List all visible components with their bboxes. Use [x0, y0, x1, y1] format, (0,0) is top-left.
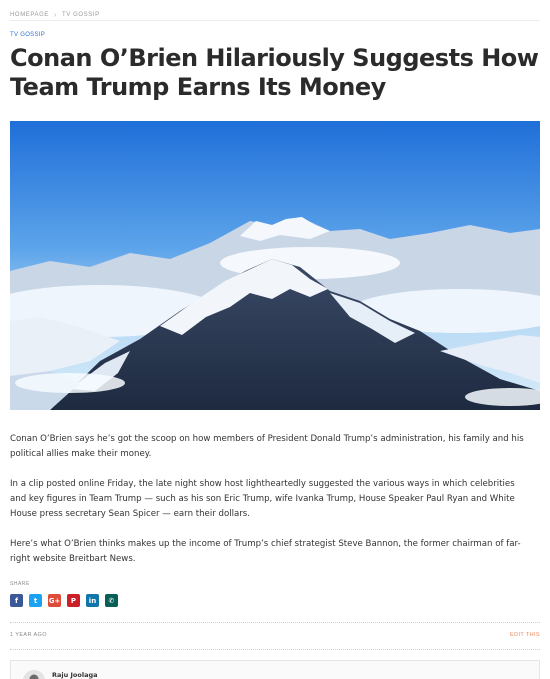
category-link[interactable]: TV GOSSIP	[10, 32, 45, 38]
avatar[interactable]	[23, 670, 45, 679]
linkedin-icon: in	[88, 596, 97, 605]
article-title: Conan O’Brien Hilariously Suggests How T…	[10, 44, 540, 102]
twitter-icon: t	[33, 596, 38, 605]
mountain-photo	[10, 121, 540, 410]
hero-image	[10, 121, 540, 410]
share-label: SHARE	[10, 581, 30, 587]
paragraph-line: and key figures in Team Trump — such as …	[10, 494, 515, 504]
whatsapp-share-button[interactable]: ✆	[105, 594, 118, 607]
paragraph-line: Here’s what O’Brien thinks makes up the …	[10, 539, 521, 549]
facebook-icon: f	[14, 596, 19, 605]
edit-this-link[interactable]: EDIT THIS	[510, 632, 540, 638]
twitter-share-button[interactable]: t	[29, 594, 42, 607]
article-paragraph: In a clip posted online Friday, the late…	[10, 477, 542, 522]
author-name-link[interactable]: Raju Joolaga	[52, 671, 98, 679]
google-plus-share-button[interactable]: G+	[48, 594, 61, 607]
paragraph-line: Conan O’Brien says he’s got the scoop on…	[10, 434, 524, 444]
header-divider	[10, 20, 540, 21]
breadcrumb-home-link[interactable]: HOMEPAGE	[10, 12, 49, 18]
article-paragraph: Conan O’Brien says he’s got the scoop on…	[10, 432, 542, 462]
post-timestamp: 1 YEAR AGO	[10, 632, 47, 638]
article-title-line: Team Trump Earns Its Money	[10, 73, 386, 101]
avatar-icon	[23, 670, 45, 679]
paragraph-line: political allies make their money.	[10, 449, 152, 459]
pinterest-icon: P	[70, 596, 77, 605]
article-paragraph: Here’s what O’Brien thinks makes up the …	[10, 537, 542, 567]
article-title-line: Conan O’Brien Hilariously Suggests How	[10, 44, 539, 72]
pinterest-share-button[interactable]: P	[67, 594, 80, 607]
breadcrumb-current-link[interactable]: TV GOSSIP	[62, 12, 100, 18]
paragraph-line: In a clip posted online Friday, the late…	[10, 479, 515, 489]
meta-divider-bottom	[10, 649, 540, 650]
google-plus-icon: G+	[48, 596, 61, 605]
whatsapp-icon: ✆	[108, 596, 115, 605]
paragraph-line: right website Breitbart News.	[10, 554, 136, 564]
linkedin-share-button[interactable]: in	[86, 594, 99, 607]
author-box: Raju Joolaga	[10, 660, 540, 679]
breadcrumb-separator: ›	[54, 11, 57, 19]
share-buttons: f t G+ P in ✆	[10, 594, 118, 607]
paragraph-line: House press secretary Sean Spicer — earn…	[10, 509, 250, 519]
meta-divider-top	[10, 622, 540, 623]
facebook-share-button[interactable]: f	[10, 594, 23, 607]
